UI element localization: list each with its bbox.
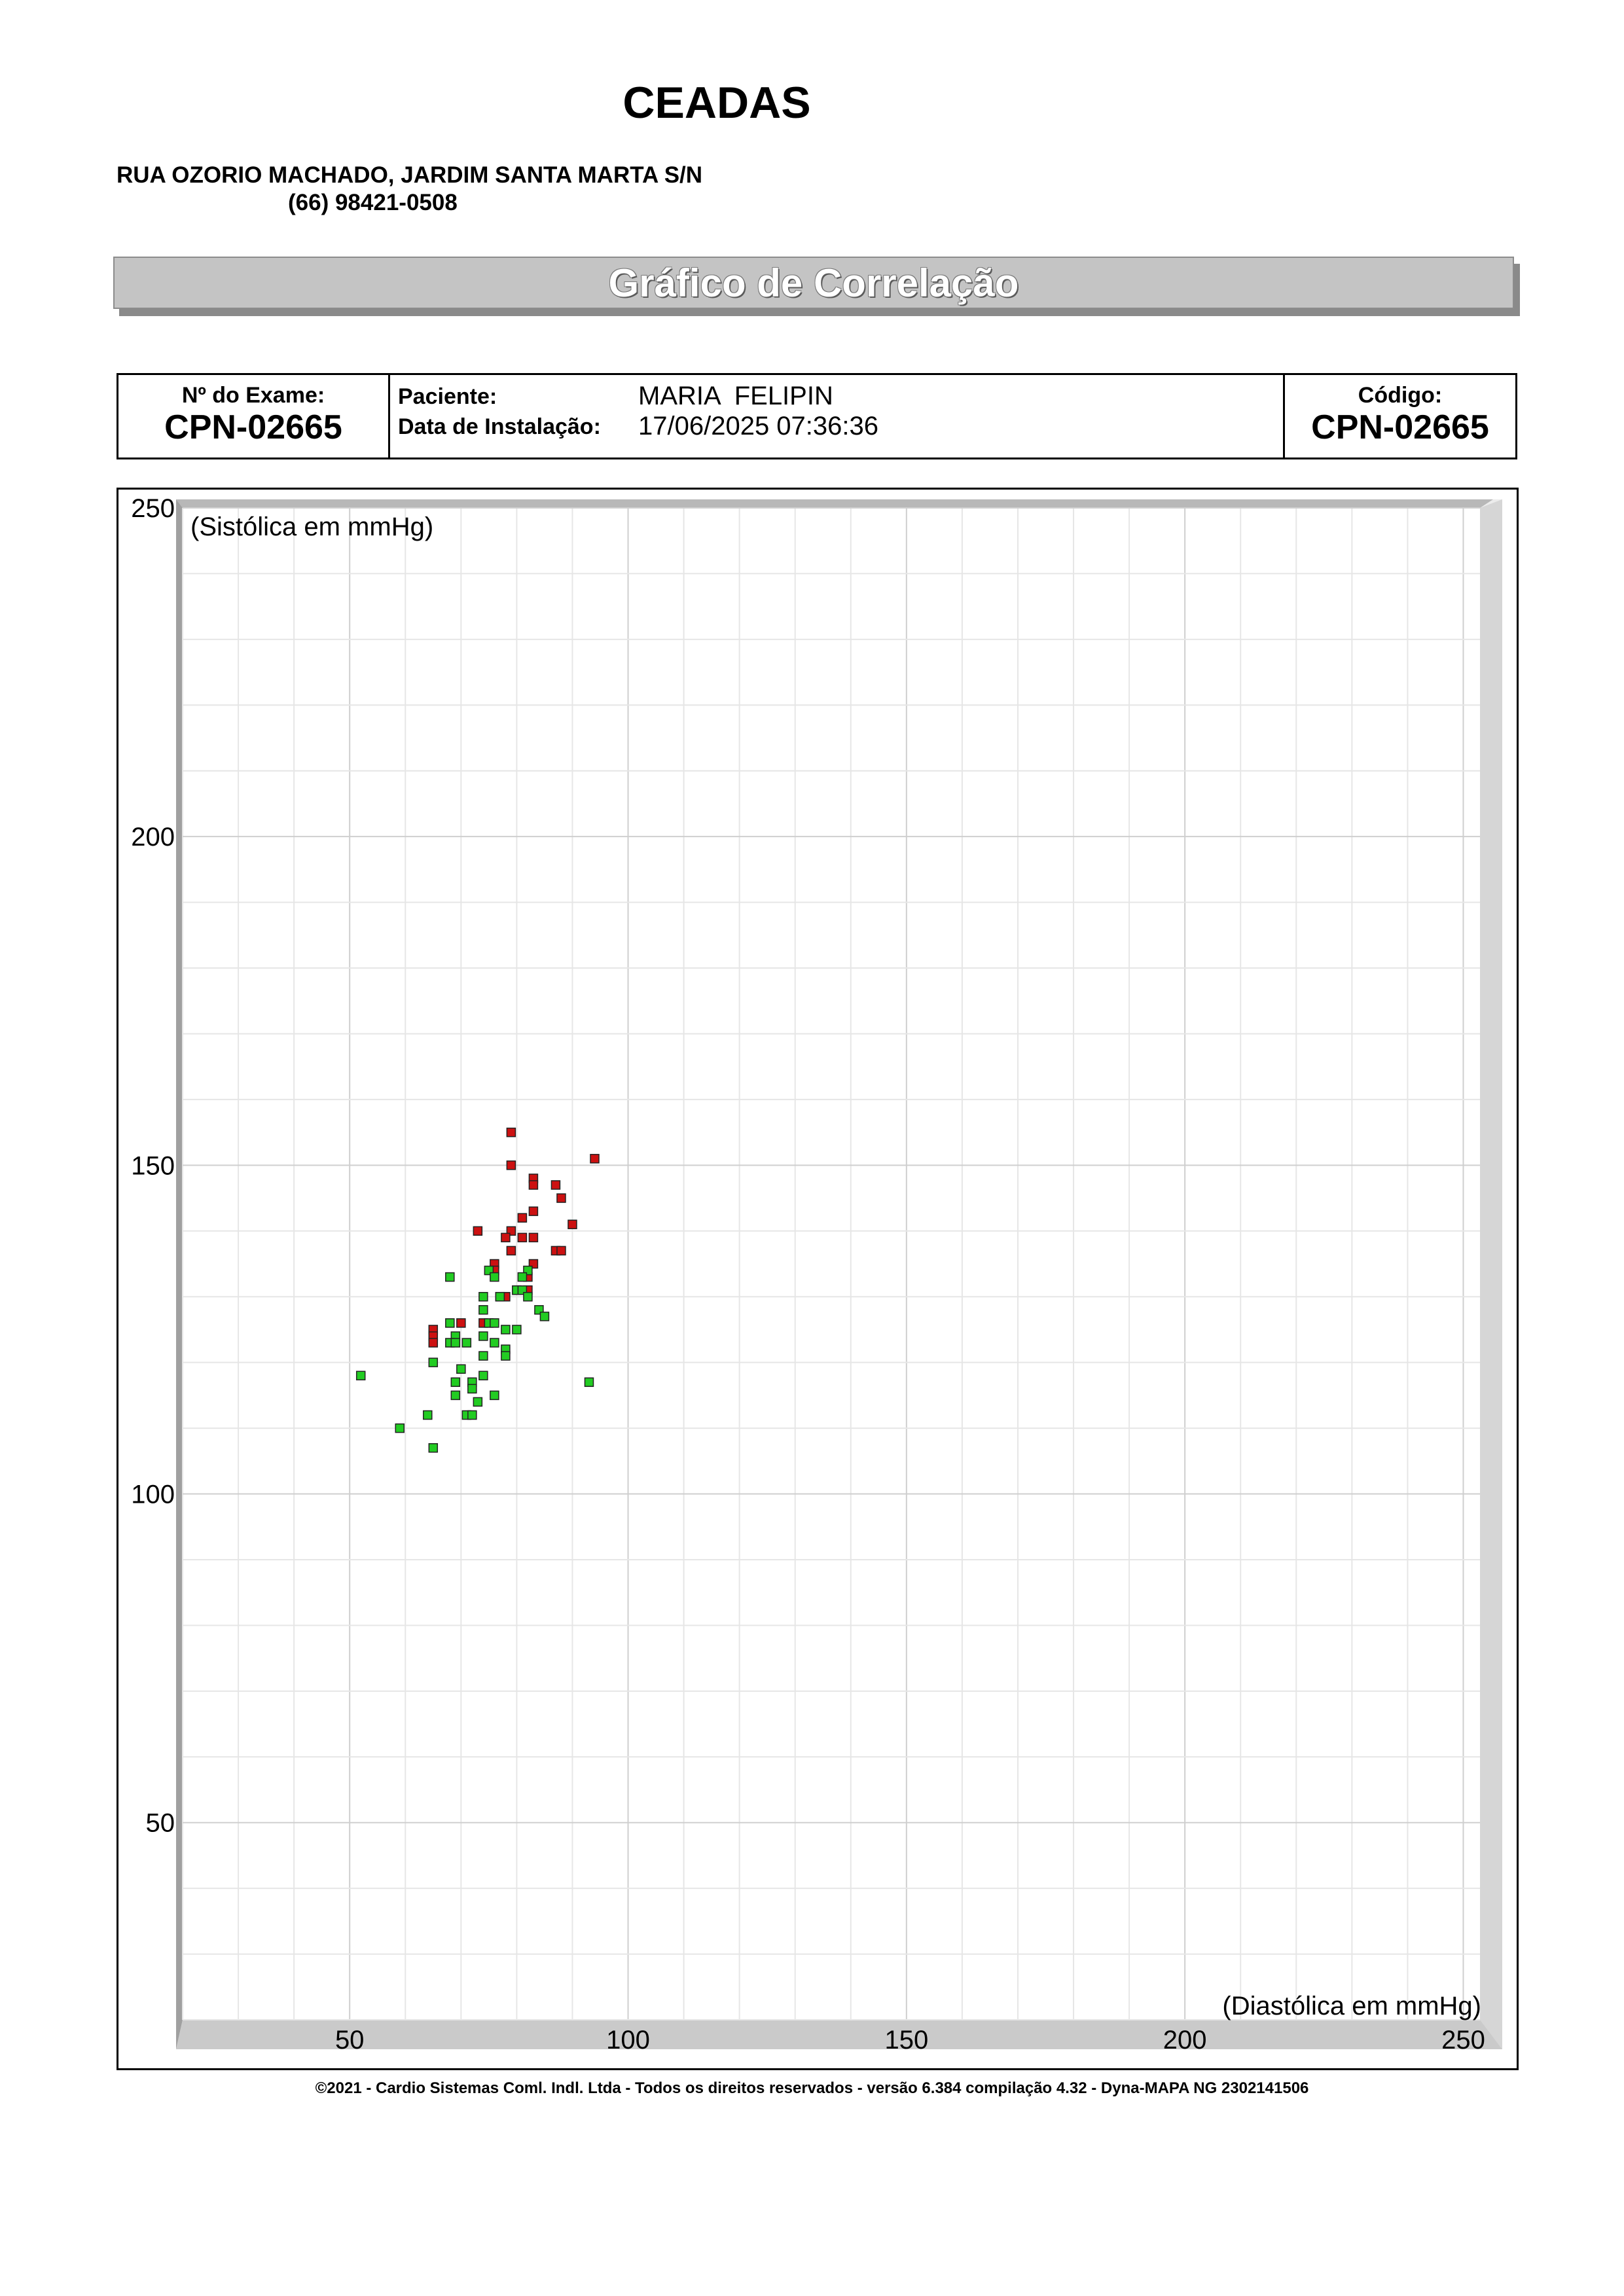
scatter-point-green: [428, 1357, 439, 1367]
code-value: CPN-02665: [1311, 408, 1489, 446]
org-phone: (66) 98421-0508: [288, 190, 458, 215]
scatter-point-red: [528, 1232, 539, 1243]
y-tick-label: 250: [131, 494, 175, 523]
scatter-point-green: [445, 1318, 455, 1328]
scatter-point-green: [501, 1325, 511, 1335]
x-tick-label: 100: [606, 2026, 650, 2054]
org-address: RUA OZORIO MACHADO, JARDIM SANTA MARTA S…: [117, 162, 703, 188]
scatter-point-red: [506, 1246, 516, 1256]
scatter-point-green: [517, 1272, 528, 1282]
scatter-point-green: [478, 1291, 488, 1302]
footer-copyright: ©2021 - Cardio Sistemas Coml. Indl. Ltda…: [315, 2079, 1309, 2097]
chart-frame: 50 100 150 200 250 50 100 150 200 250 (Sistólica …: [117, 488, 1519, 2070]
scatter-point-green: [461, 1338, 472, 1348]
code-cell: Código: CPN-02665: [1285, 375, 1515, 457]
plot-frame-top-bevel: [176, 499, 1493, 508]
exam-number-value: CPN-02665: [164, 408, 342, 446]
scatter-point-red: [556, 1193, 566, 1203]
scatter-point-green: [355, 1371, 366, 1380]
y-axis-label: (Sistólica em mmHg): [190, 512, 433, 541]
scatter-point-green: [584, 1377, 594, 1388]
patient-label: Paciente:: [398, 384, 497, 409]
scatter-point-green: [539, 1312, 550, 1321]
scatter-point-red: [517, 1213, 528, 1223]
scatter-point-green: [395, 1423, 405, 1433]
scatter-point-red: [528, 1206, 539, 1216]
scatter-point-green: [456, 1364, 466, 1374]
exam-number-cell: Nº do Exame: CPN-02665: [118, 375, 390, 457]
scatter-point-red: [528, 1180, 539, 1190]
scatter-point-green: [467, 1410, 477, 1420]
exam-info-box: Nº do Exame: CPN-02665 Paciente: MARIA F…: [117, 373, 1517, 459]
plot-frame-left-bevel: [176, 499, 183, 2049]
scatter-point-red: [506, 1160, 516, 1170]
scatter-point-green: [523, 1291, 533, 1302]
scatter-point-green: [423, 1410, 433, 1420]
scatter-point-green: [501, 1351, 511, 1361]
scatter-point-green: [478, 1331, 488, 1341]
scatter-point-red: [473, 1226, 483, 1236]
scatter-point-red: [568, 1219, 577, 1229]
y-tick-label: 150: [131, 1151, 175, 1180]
exam-number-label: Nº do Exame:: [181, 383, 325, 408]
scatter-point-green: [490, 1272, 499, 1282]
scatter-point-red: [517, 1232, 528, 1243]
x-axis-label: (Diastólica em mmHg): [1222, 1992, 1481, 2020]
install-date-label: Data de Instalação:: [398, 414, 601, 439]
scatter-point-red: [506, 1127, 516, 1138]
scatter-point-green: [495, 1291, 505, 1302]
scatter-point-green: [478, 1351, 488, 1361]
scatter-point-green: [428, 1443, 439, 1453]
org-name: CEADAS: [623, 78, 811, 128]
scatter-point-red: [428, 1338, 439, 1348]
scatter-point-red: [501, 1232, 511, 1243]
scatter-point-green: [490, 1390, 499, 1401]
title-bar: Gráfico de Correlação: [113, 257, 1514, 309]
scatter-point-green: [450, 1390, 461, 1401]
plot-area: [183, 508, 1480, 2020]
x-tick-label: 150: [884, 2026, 928, 2054]
install-date-value: 17/06/2025 07:36:36: [638, 412, 879, 440]
scatter-point-green: [467, 1384, 477, 1394]
scatter-point-green: [478, 1305, 488, 1315]
y-tick-label: 50: [146, 1809, 175, 1838]
report-title: Gráfico de Correlação: [608, 261, 1019, 305]
scatter-point-red: [456, 1318, 466, 1328]
scatter-point-green: [450, 1377, 461, 1388]
scatter-point-green: [445, 1272, 455, 1282]
patient-name: MARIA FELIPIN: [638, 382, 833, 410]
scatter-point-red: [590, 1154, 600, 1164]
scatter-point-green: [512, 1325, 522, 1335]
plot-frame-right-bevel: [1480, 499, 1502, 2049]
y-tick-label: 100: [131, 1480, 175, 1509]
scatter-point-green: [490, 1318, 499, 1328]
code-label: Código:: [1358, 383, 1443, 408]
scatter-point-red: [556, 1246, 566, 1256]
scatter-point-green: [478, 1371, 488, 1380]
x-tick-label: 200: [1163, 2026, 1207, 2054]
x-tick-label: 50: [335, 2026, 364, 2054]
scatter-point-green: [490, 1338, 499, 1348]
correlation-scatter-chart: 50 100 150 200 250 50 100 150 200 250 (Sistólica …: [131, 494, 1502, 2054]
x-tick-label: 250: [1441, 2026, 1485, 2054]
y-tick-label: 200: [131, 823, 175, 852]
scatter-point-green: [473, 1397, 483, 1407]
patient-cell: Paciente: MARIA FELIPIN Data de Instalaç…: [390, 375, 1285, 457]
scatter-point-red: [550, 1180, 561, 1190]
scatter-point-green: [450, 1338, 461, 1348]
plot-frame-bottom-bevel: [176, 2020, 1502, 2049]
